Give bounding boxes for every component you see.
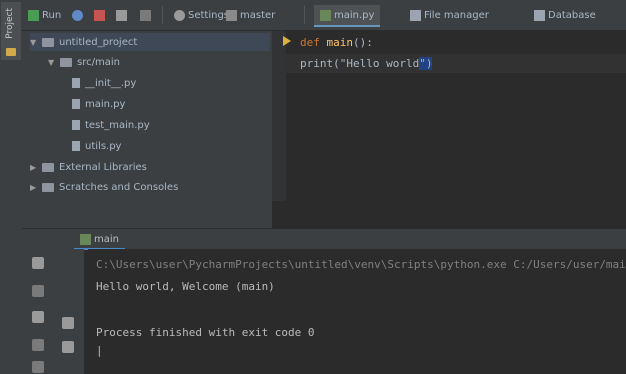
- tree-file[interactable]: utils.py: [72, 137, 121, 155]
- rerun-icon[interactable]: [32, 257, 44, 269]
- console-line-exit: Process finished with exit code 0: [96, 326, 315, 339]
- debug-button[interactable]: [72, 5, 86, 25]
- tree-package[interactable]: ▼ src/main: [48, 53, 120, 71]
- python-file-icon: [72, 120, 80, 130]
- chevron-down-icon: ▼: [30, 37, 37, 47]
- pin-icon[interactable]: [32, 339, 44, 351]
- build-button[interactable]: [116, 5, 130, 25]
- console-caret: |: [96, 344, 103, 357]
- print-icon[interactable]: [62, 341, 74, 353]
- python-file-icon: [80, 233, 91, 245]
- folder-icon: [42, 37, 54, 47]
- python-file-icon: [320, 9, 331, 21]
- editor-gutter: [272, 31, 286, 201]
- database-icon: [534, 9, 545, 21]
- tree-external-libraries[interactable]: ▶ External Libraries: [30, 158, 147, 176]
- run-side-toolbar: [22, 249, 84, 374]
- main-toolbar: Run Settings master main.py File manager…: [22, 0, 626, 31]
- scratches-icon: [42, 182, 54, 192]
- code-line-1: def main():: [300, 36, 373, 49]
- list-icon: [140, 9, 151, 21]
- project-tool-tab-label: Project: [5, 8, 15, 39]
- python-file-icon: [72, 78, 80, 88]
- tab-main-py[interactable]: main.py: [314, 5, 381, 27]
- tree-root[interactable]: ▼ untitled_project: [30, 33, 270, 51]
- chevron-right-icon: ▶: [30, 182, 37, 192]
- settings-button[interactable]: Settings: [174, 5, 229, 25]
- code-line-2: print("Hello world"): [300, 57, 433, 70]
- soft-wrap-icon[interactable]: [62, 317, 74, 329]
- stop-button[interactable]: [94, 5, 108, 25]
- folder-icon: [60, 57, 72, 67]
- python-file-icon: [72, 141, 80, 151]
- project-tool-tab[interactable]: Project: [1, 2, 21, 60]
- tree-file[interactable]: main.py: [72, 95, 125, 113]
- tree-scratches[interactable]: ▶ Scratches and Consoles: [30, 178, 178, 196]
- menu-button[interactable]: [140, 5, 154, 25]
- console-line-output: Hello world, Welcome (main): [96, 280, 275, 293]
- close-icon[interactable]: [32, 361, 44, 373]
- project-tree: ▼ untitled_project ▼ src/main __init__.p…: [22, 31, 272, 228]
- stop-icon: [94, 9, 105, 21]
- tab-file-manager[interactable]: File manager: [410, 5, 489, 25]
- file-icon: [410, 9, 421, 21]
- stop-icon[interactable]: [32, 285, 44, 297]
- folder-icon: [6, 48, 16, 56]
- tab-database[interactable]: Database: [534, 5, 596, 25]
- console-line-command: C:\Users\user\PycharmProjects\untitled\v…: [96, 258, 626, 271]
- python-file-icon: [72, 99, 80, 109]
- chevron-down-icon: ▼: [48, 57, 55, 67]
- hammer-icon: [116, 9, 127, 21]
- library-icon: [42, 162, 54, 172]
- tree-file[interactable]: __init__.py: [72, 74, 136, 92]
- branch-icon: [226, 9, 237, 21]
- run-button[interactable]: Run: [28, 5, 61, 25]
- chevron-right-icon: ▶: [30, 162, 37, 172]
- gear-icon: [174, 9, 185, 21]
- git-branch-button[interactable]: master: [226, 5, 275, 25]
- tree-file[interactable]: test_main.py: [72, 116, 150, 134]
- run-gutter-icon[interactable]: [283, 36, 291, 46]
- run-tab[interactable]: main: [74, 230, 125, 250]
- run-icon: [28, 9, 39, 21]
- bug-icon: [72, 9, 83, 21]
- wrench-icon[interactable]: [32, 311, 44, 323]
